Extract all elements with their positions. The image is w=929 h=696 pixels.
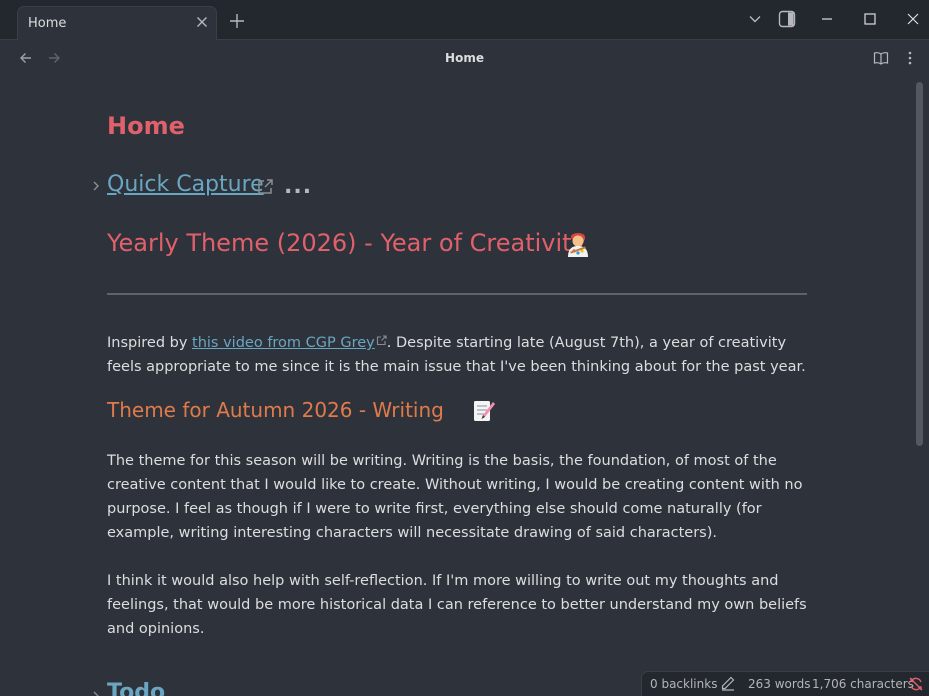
external-link-icon — [256, 178, 274, 196]
close-icon[interactable] — [194, 14, 210, 30]
window-close-icon[interactable] — [904, 10, 922, 28]
view-header: Home — [0, 40, 929, 76]
minimize-icon[interactable] — [818, 10, 836, 28]
chevron-down-icon[interactable] — [746, 10, 764, 28]
word-count: 263 words — [748, 677, 811, 691]
view-title: Home — [445, 51, 484, 65]
memo-emoji — [472, 398, 496, 424]
note-content[interactable]: Home Quick Capture ... Yearly Theme (202… — [0, 76, 929, 696]
more-options-icon[interactable] — [902, 50, 918, 66]
cgp-grey-video-link[interactable]: this video from CGP Grey — [192, 335, 375, 351]
maximize-icon[interactable] — [861, 10, 879, 28]
artist-emoji — [565, 230, 591, 258]
tab-home[interactable]: Home — [17, 6, 217, 41]
backlinks-count[interactable]: 0 backlinks — [650, 677, 717, 691]
intro-prefix: Inspired by — [107, 335, 193, 351]
tab-bar: Home — [0, 0, 929, 41]
yearly-theme-heading: Yearly Theme (2026) - Year of Creativity — [107, 229, 586, 257]
next-heading: Todo — [107, 680, 166, 696]
note-title: Home — [107, 112, 185, 140]
status-bar: 0 backlinks 263 words 1,706 characters — [641, 671, 929, 696]
more-ellipsis[interactable]: ... — [284, 174, 312, 199]
tab-title: Home — [28, 16, 67, 31]
reflection-paragraph: I think it would also help with self-ref… — [107, 573, 807, 637]
sync-off-icon[interactable] — [908, 676, 924, 695]
pencil-icon[interactable] — [720, 675, 736, 694]
sidebar-toggle-icon[interactable] — [778, 10, 796, 28]
writing-paragraph: The theme for this season will be writin… — [107, 453, 803, 541]
chevron-right-icon[interactable] — [91, 688, 101, 696]
chevron-right-icon[interactable] — [91, 178, 101, 192]
book-open-icon[interactable] — [873, 50, 889, 66]
scrollbar-thumb[interactable] — [916, 82, 923, 446]
quick-capture-link[interactable]: Quick Capture — [107, 172, 264, 197]
character-count: 1,706 characters — [812, 677, 914, 691]
external-link-icon — [376, 330, 387, 346]
autumn-theme-heading: Theme for Autumn 2026 - Writing — [107, 398, 444, 422]
intro-paragraph: Inspired by this video from CGP Grey. De… — [107, 330, 807, 379]
plus-icon[interactable] — [228, 12, 246, 30]
horizontal-rule — [107, 293, 807, 295]
